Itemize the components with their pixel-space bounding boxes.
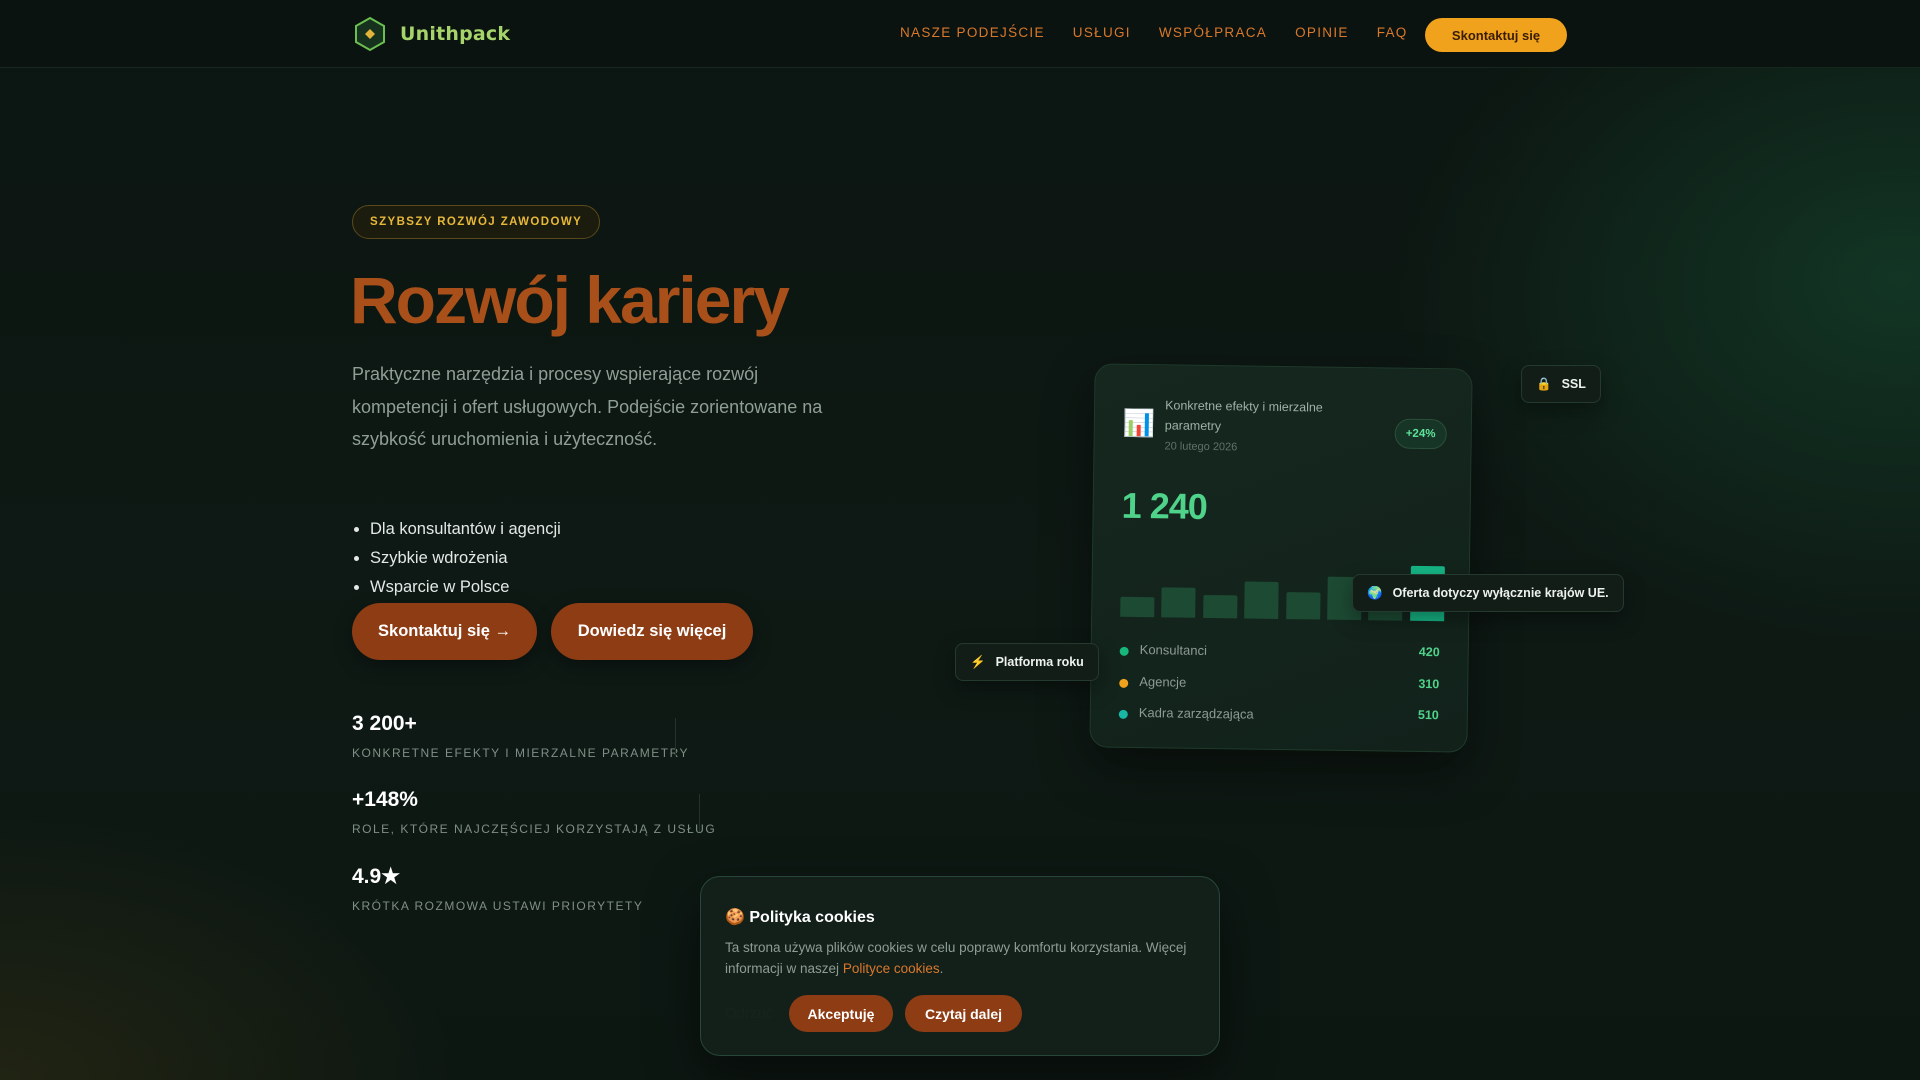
hero-badge: SZYBSZY ROZWÓJ ZAWODOWY xyxy=(352,205,601,239)
legend-value: 510 xyxy=(1417,707,1439,723)
chart-bar xyxy=(1244,581,1279,619)
chart-bar xyxy=(1120,596,1155,618)
stat-item: 3 200+ KONKRETNE EFEKTY I MIERZALNE PARA… xyxy=(352,712,689,760)
legend-value: 310 xyxy=(1418,676,1440,692)
stat-item: 4.9★ KRÓTKA ROZMOWA USTAWI PRIORYTETY xyxy=(352,864,643,913)
hero-learn-more-button[interactable]: Dowiedz się więcej xyxy=(551,603,753,660)
cookie-title: 🍪 Polityka cookies xyxy=(725,907,875,927)
chart-bar xyxy=(1285,592,1321,620)
legend-dot xyxy=(1118,709,1128,719)
legend-value: 420 xyxy=(1418,644,1440,660)
page: Unithpack NASZE PODEJŚCIE USŁUGI WSPÓŁPR… xyxy=(0,0,1920,1080)
stat-value: 4.9★ xyxy=(352,865,401,888)
growth-badge: +24% xyxy=(1394,418,1447,450)
lock-icon: 🔒 xyxy=(1536,376,1552,391)
hero-bullet: Szybkie wdrożenia xyxy=(370,544,561,573)
stat-value: 3 200+ xyxy=(352,712,417,735)
nav-link-approach[interactable]: NASZE PODEJŚCIE xyxy=(900,25,1045,40)
chart-bar xyxy=(1161,587,1196,618)
legend-label: Konsultanci xyxy=(1139,642,1208,658)
cookie-policy-link[interactable]: Polityce cookies xyxy=(843,961,940,976)
legend-label: Agencje xyxy=(1139,674,1187,690)
eu-offer-label: Oferta dotyczy wyłącznie krajów UE. xyxy=(1392,586,1609,600)
cookie-accept-button[interactable]: Akceptuję xyxy=(789,995,893,1032)
cookie-text-body: Ta strona używa plików cookies w celu po… xyxy=(725,940,1187,976)
lightning-icon: ⚡ xyxy=(970,654,986,669)
hero-bullet-list: Dla konsultantów i agencji Szybkie wdroż… xyxy=(352,515,561,602)
stat-label: KONKRETNE EFEKTY I MIERZALNE PARAMETRY xyxy=(352,746,690,760)
top-navigation: Unithpack NASZE PODEJŚCIE USŁUGI WSPÓŁPR… xyxy=(0,0,1920,68)
legend-dot xyxy=(1119,646,1129,656)
hero-title: Rozwój kariery xyxy=(350,263,790,337)
nav-link-services[interactable]: USŁUGI xyxy=(1073,25,1131,40)
nav-contact-button[interactable]: Skontaktuj się xyxy=(1425,18,1567,52)
platform-chip: ⚡ Platforma roku xyxy=(955,643,1099,681)
hero-bullet: Wsparcie w Polsce xyxy=(370,573,561,602)
stat-value: +148% xyxy=(352,788,418,811)
cookie-text: Ta strona używa plików cookies w celu po… xyxy=(725,937,1205,979)
nav-links: NASZE PODEJŚCIE USŁUGI WSPÓŁPRACA OPINIE… xyxy=(900,25,1408,40)
nav-link-reviews[interactable]: OPINIE xyxy=(1295,25,1349,40)
cookie-text-end: . xyxy=(939,961,944,976)
hero-contact-button[interactable]: Skontaktuj się → xyxy=(352,603,537,660)
globe-icon: 🌍 xyxy=(1367,585,1383,600)
nav-link-faq[interactable]: FAQ xyxy=(1377,25,1408,40)
legend-dot xyxy=(1119,678,1129,688)
hero-bullet: Dla konsultantów i agencji xyxy=(370,515,561,544)
stat-item: +148% ROLE, KTÓRE NAJCZĘŚCIEJ KORZYSTAJĄ… xyxy=(352,788,716,836)
hero-description: Praktyczne narzędzia i procesy wspierają… xyxy=(352,364,823,449)
cookie-read-more-button[interactable]: Czytaj dalej xyxy=(905,995,1022,1032)
card-title: Konkretne efekty i mierzalne parametry xyxy=(1164,398,1323,434)
ssl-chip: 🔒 SSL xyxy=(1521,365,1601,403)
cookie-decline-button[interactable]: Odrzuć xyxy=(725,1005,773,1022)
stat-divider xyxy=(675,718,676,756)
hexagon-logo-icon xyxy=(355,16,385,52)
eu-offer-chip: 🌍 Oferta dotyczy wyłącznie krajów UE. xyxy=(1352,574,1624,612)
cookie-banner: 🍪 Polityka cookies Ta strona używa plikó… xyxy=(700,876,1220,1056)
platform-label: Platforma roku xyxy=(995,655,1084,669)
stat-divider xyxy=(699,794,700,832)
nav-link-cooperation[interactable]: WSPÓŁPRACA xyxy=(1159,25,1267,40)
brand[interactable]: Unithpack xyxy=(352,16,510,52)
legend-row: Agencje 310 xyxy=(1119,673,1439,697)
card-main-value: 1 240 xyxy=(1121,484,1208,527)
legend-row: Kadra zarządzająca 510 xyxy=(1118,704,1439,728)
brand-name: Unithpack xyxy=(400,23,511,45)
dashboard-card: 📊 Konkretne efekty i mierzalne parametry… xyxy=(1089,363,1473,753)
cookie-icon: 🍪 xyxy=(725,909,745,926)
ssl-label: SSL xyxy=(1561,377,1586,391)
chart-bar xyxy=(1202,594,1238,619)
cookie-title-text: Polityka cookies xyxy=(749,909,875,926)
stat-label: KRÓTKA ROZMOWA USTAWI PRIORYTETY xyxy=(352,899,644,913)
bar-chart-icon: 📊 xyxy=(1122,408,1156,440)
legend-row: Konsultanci 420 xyxy=(1119,641,1440,665)
stat-label: ROLE, KTÓRE NAJCZĘŚCIEJ KORZYSTAJĄ Z USŁ… xyxy=(352,822,717,836)
legend-label: Kadra zarządzająca xyxy=(1138,705,1254,722)
card-date: 20 lutego 2026 xyxy=(1164,440,1238,454)
